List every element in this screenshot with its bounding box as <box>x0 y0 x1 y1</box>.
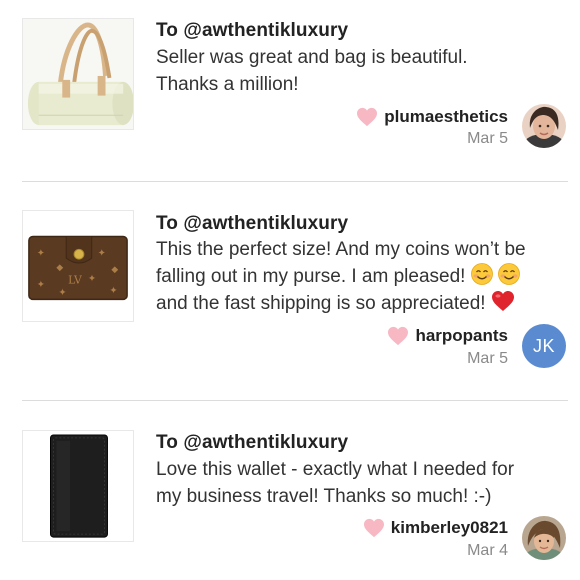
red-heart-emoji-icon <box>491 291 514 311</box>
reviewer-username[interactable]: plumaesthetics <box>384 107 508 127</box>
black-long-wallet-image <box>23 431 133 541</box>
reviewer-row: kimberley0821 <box>363 516 508 540</box>
svg-text:◆: ◆ <box>111 265 118 275</box>
heart-icon <box>357 107 378 127</box>
review-date: Mar 5 <box>467 130 508 147</box>
review-text-line: This the perfect size! And my coins won’… <box>156 239 526 260</box>
divider <box>22 181 568 182</box>
review-text-line: Love this wallet - exactly what I needed… <box>156 459 515 480</box>
review-text: Seller was great and bag is beautiful. T… <box>156 44 568 98</box>
review-text-line: Thanks a million! <box>156 74 299 95</box>
smiling-face-emoji-icon <box>470 263 493 285</box>
monogram-wallet-image: ✦ ◆ ✦ ✦ ✦ ◆ ✦ ✦ LV <box>23 211 133 321</box>
review-text: Love this wallet - exactly what I needed… <box>156 456 568 510</box>
svg-text:✦: ✦ <box>88 274 96 285</box>
heart-icon <box>363 518 384 538</box>
listing-thumbnail[interactable] <box>22 18 134 130</box>
svg-text:✦: ✦ <box>109 286 117 297</box>
avatar[interactable] <box>522 104 566 148</box>
smiling-face-emoji-icon <box>498 263 520 285</box>
svg-text:LV: LV <box>68 274 82 287</box>
review-text-segment: and the fast shipping is so appreciated! <box>156 293 486 314</box>
green-barrel-bag-image <box>23 19 133 129</box>
user-photo-icon <box>522 516 566 560</box>
listing-thumbnail[interactable]: ✦ ◆ ✦ ✦ ✦ ◆ ✦ ✦ LV <box>22 210 134 322</box>
review-text-line: Seller was great and bag is beautiful. <box>156 47 468 68</box>
reviewer-username[interactable]: harpopants <box>415 326 508 346</box>
review-text-line: and the fast shipping is so appreciated! <box>156 290 568 317</box>
avatar[interactable]: JK <box>522 324 566 368</box>
review-date: Mar 5 <box>467 350 508 367</box>
review-text-segment: falling out in my purse. I am pleased! <box>156 266 466 287</box>
review-recipient[interactable]: To @awthentikluxury <box>156 213 348 235</box>
reviewer-username[interactable]: kimberley0821 <box>391 518 508 538</box>
reviewer-row: harpopants <box>387 324 508 348</box>
reviewer-row: plumaesthetics <box>356 105 508 129</box>
review-date: Mar 4 <box>467 542 508 559</box>
svg-text:✦: ✦ <box>58 287 66 298</box>
review-text: This the perfect size! And my coins won’… <box>156 236 568 317</box>
heart-icon <box>388 326 409 346</box>
review-text-line: my business travel! Thanks so much! :-) <box>156 486 492 507</box>
svg-text:✦: ✦ <box>37 280 45 291</box>
svg-text:✦: ✦ <box>98 248 106 259</box>
svg-text:◆: ◆ <box>56 263 63 273</box>
avatar[interactable] <box>522 516 566 560</box>
user-photo-icon <box>522 104 566 148</box>
review-text-line: falling out in my purse. I am pleased! <box>156 263 568 290</box>
listing-thumbnail[interactable] <box>22 430 134 542</box>
divider <box>22 400 568 401</box>
review-recipient[interactable]: To @awthentikluxury <box>156 432 348 454</box>
svg-text:✦: ✦ <box>37 248 45 259</box>
review-recipient[interactable]: To @awthentikluxury <box>156 20 348 42</box>
